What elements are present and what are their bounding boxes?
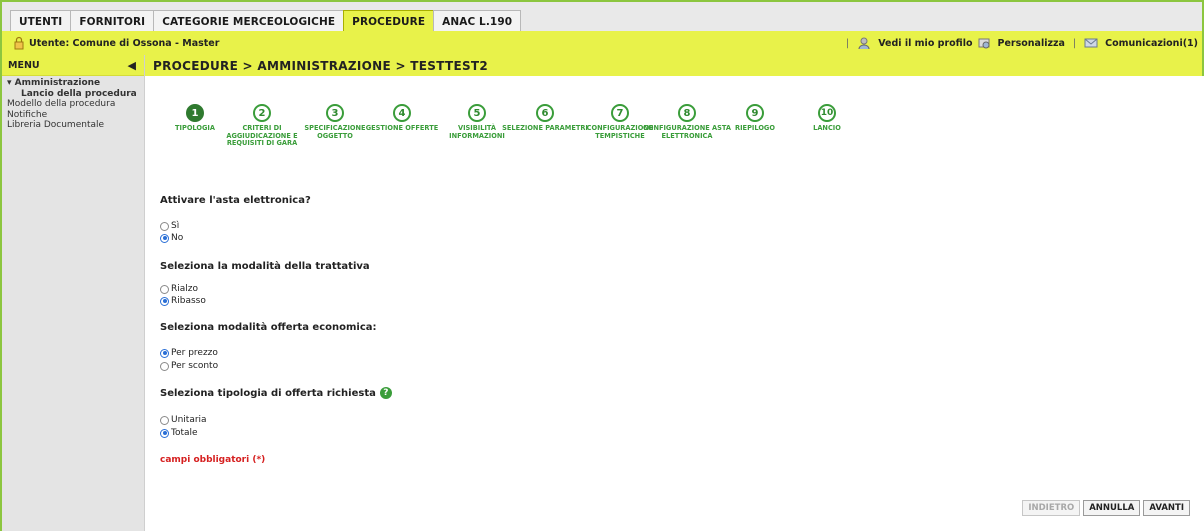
radio-option-no[interactable]: No — [160, 233, 183, 243]
menu-items: ▾ Amministrazione Lancio della procedura… — [2, 76, 144, 131]
next-button[interactable]: AVANTI — [1143, 500, 1190, 516]
question-text: Seleziona tipologia di offerta richiesta — [160, 387, 376, 399]
step-number: 5 — [468, 104, 486, 122]
step-number: 4 — [393, 104, 411, 122]
menu-item-notifiche[interactable]: Notifiche — [7, 110, 144, 121]
wizard-steps: 1 TIPOLOGIA 2 CRITERI DI AGGIUDICAZIONE … — [150, 104, 870, 164]
step-number: 6 — [536, 104, 554, 122]
radio-label: Per sconto — [171, 361, 219, 371]
radio-label: Per prezzo — [171, 348, 218, 358]
radio-label: Totale — [171, 428, 198, 438]
radio-button[interactable] — [160, 296, 169, 306]
main-tabs: UTENTI FORNITORI CATEGORIE MERCEOLOGICHE… — [10, 10, 522, 33]
current-user: Utente: Comune di Ossona - Master — [12, 36, 219, 50]
question-tipologia-offerta: Seleziona tipologia di offerta richiesta… — [160, 387, 392, 399]
top-navigation-bar: UTENTI FORNITORI CATEGORIE MERCEOLOGICHE… — [0, 0, 1204, 33]
step-number: 1 — [186, 104, 204, 122]
menu-item-lancio-procedura[interactable]: Lancio della procedura — [7, 89, 144, 100]
tab-anac-l190[interactable]: ANAC L.190 — [433, 10, 522, 32]
messages-icon — [1084, 38, 1098, 48]
collapse-menu-icon[interactable]: ◀ — [128, 59, 136, 72]
radio-option-per-sconto[interactable]: Per sconto — [160, 361, 218, 371]
tab-categorie-merceologiche[interactable]: CATEGORIE MERCEOLOGICHE — [153, 10, 345, 32]
tab-fornitori[interactable]: FORNITORI — [70, 10, 155, 32]
radio-label: Unitaria — [171, 415, 207, 425]
menu-title: MENU — [8, 59, 40, 71]
radio-option-unitaria[interactable]: Unitaria — [160, 415, 207, 425]
profile-link[interactable]: Vedi il mio profilo — [878, 38, 972, 49]
question-asta-elettronica: Attivare l'asta elettronica? — [160, 195, 311, 206]
radio-button[interactable] — [160, 415, 169, 425]
step-number: 2 — [253, 104, 271, 122]
customize-icon — [978, 38, 989, 49]
step-10[interactable]: 10 LANCIO — [782, 104, 872, 133]
wizard-buttons: INDIETRO ANNULLA AVANTI — [1022, 500, 1190, 516]
menu-group-amministrazione[interactable]: ▾ Amministrazione — [7, 78, 144, 89]
user-label: Utente: Comune di Ossona - Master — [29, 37, 220, 49]
menu-header: MENU ◀ — [2, 55, 144, 76]
separator: | — [1072, 37, 1077, 49]
radio-button[interactable] — [160, 284, 169, 294]
user-lock-icon — [14, 36, 24, 50]
menu-item-libreria-documentale[interactable]: Libreria Documentale — [7, 120, 144, 131]
step-number: 9 — [746, 104, 764, 122]
step-number: 10 — [818, 104, 836, 122]
user-links: | Vedi il mio profilo Personalizza | Com… — [842, 36, 1198, 50]
customize-link[interactable]: Personalizza — [998, 38, 1065, 49]
radio-button[interactable] — [160, 361, 169, 371]
cancel-button[interactable]: ANNULLA — [1083, 500, 1141, 516]
step-label: LANCIO — [813, 124, 841, 132]
radio-option-rialzo[interactable]: Rialzo — [160, 284, 198, 294]
radio-option-totale[interactable]: Totale — [160, 428, 198, 438]
breadcrumb: PROCEDURE > AMMINISTRAZIONE > TESTTEST2 — [145, 55, 1204, 76]
radio-option-per-prezzo[interactable]: Per prezzo — [160, 348, 218, 358]
tab-utenti[interactable]: UTENTI — [10, 10, 72, 32]
radio-label: No — [171, 233, 184, 243]
step-number: 7 — [611, 104, 629, 122]
menu-item-modello-procedura[interactable]: Modello della procedura — [7, 99, 144, 110]
user-bar: Utente: Comune di Ossona - Master | Vedi… — [0, 31, 1204, 55]
radio-button[interactable] — [160, 233, 169, 243]
radio-button[interactable] — [160, 428, 169, 438]
sidebar-menu: MENU ◀ ▾ Amministrazione Lancio della pr… — [0, 55, 145, 531]
step-number: 8 — [678, 104, 696, 122]
required-fields-note: campi obbligatori (*) — [160, 455, 266, 465]
radio-label: Rialzo — [171, 284, 198, 294]
radio-label: Ribasso — [171, 296, 206, 306]
question-modalita-offerta-economica: Seleziona modalità offerta economica: — [160, 322, 377, 333]
back-button[interactable]: INDIETRO — [1022, 500, 1081, 516]
profile-icon — [858, 37, 870, 50]
radio-label: Sì — [171, 221, 180, 231]
step-number: 3 — [326, 104, 344, 122]
radio-button[interactable] — [160, 221, 169, 231]
tab-procedure[interactable]: PROCEDURE — [343, 10, 435, 32]
separator: | — [846, 37, 850, 49]
radio-button[interactable] — [160, 348, 169, 358]
messages-link[interactable]: Comunicazioni(1) — [1105, 38, 1198, 49]
radio-option-ribasso[interactable]: Ribasso — [160, 296, 206, 306]
question-modalita-trattativa: Seleziona la modalità della trattativa — [160, 261, 370, 272]
help-icon[interactable]: ? — [379, 387, 392, 399]
radio-option-si[interactable]: Sì — [160, 221, 179, 231]
